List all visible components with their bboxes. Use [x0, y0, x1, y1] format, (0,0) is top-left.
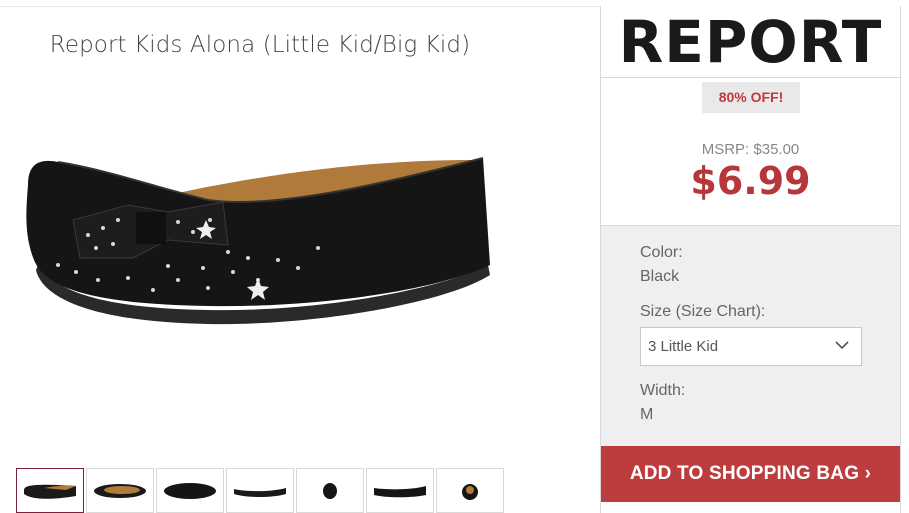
color-value: Black — [640, 268, 680, 285]
chevron-down-icon — [835, 341, 849, 350]
thumbnail-image — [234, 487, 286, 497]
thumbnail-4[interactable] — [226, 468, 294, 513]
thumbnail-6[interactable] — [366, 468, 434, 513]
color-label: Color: — [640, 244, 683, 261]
width-value: M — [640, 406, 654, 423]
thumbnail-1[interactable] — [16, 468, 84, 513]
brand-logo: REPORT — [601, 6, 900, 78]
sale-price: $6.99 — [690, 159, 811, 203]
thumbnail-7[interactable] — [436, 468, 504, 513]
thumbnail-image — [24, 484, 76, 499]
thumbnail-image — [462, 483, 478, 500]
thumbnail-3[interactable] — [156, 468, 224, 513]
top-divider — [0, 6, 600, 7]
thumbnail-image — [323, 482, 337, 499]
thumbnail-5[interactable] — [296, 468, 364, 513]
product-title: Report Kids Alona (Little Kid/Big Kid) — [49, 32, 471, 58]
add-to-bag-button[interactable]: ADD TO SHOPPING BAG › — [601, 446, 900, 502]
size-select-value: 3 Little Kid — [648, 338, 719, 355]
product-options: Color: Black Size (Size Chart): 3 Little… — [601, 225, 900, 446]
width-label: Width: — [640, 382, 686, 399]
size-label[interactable]: Size (Size Chart): — [640, 303, 765, 321]
purchase-panel: REPORT 80% OFF! MSRP: $35.00 $6.99 Color… — [600, 6, 901, 513]
msrp-price: MSRP: $35.00 — [701, 141, 800, 158]
size-select[interactable]: 3 Little Kid — [640, 327, 862, 366]
thumbnail-image — [374, 485, 426, 497]
discount-badge: 80% OFF! — [702, 82, 800, 113]
thumbnail-image — [164, 482, 216, 499]
product-main-image — [26, 157, 491, 325]
thumbnail-strip — [16, 468, 506, 513]
thumbnail-2[interactable] — [86, 468, 154, 513]
thumbnail-image — [94, 483, 146, 498]
